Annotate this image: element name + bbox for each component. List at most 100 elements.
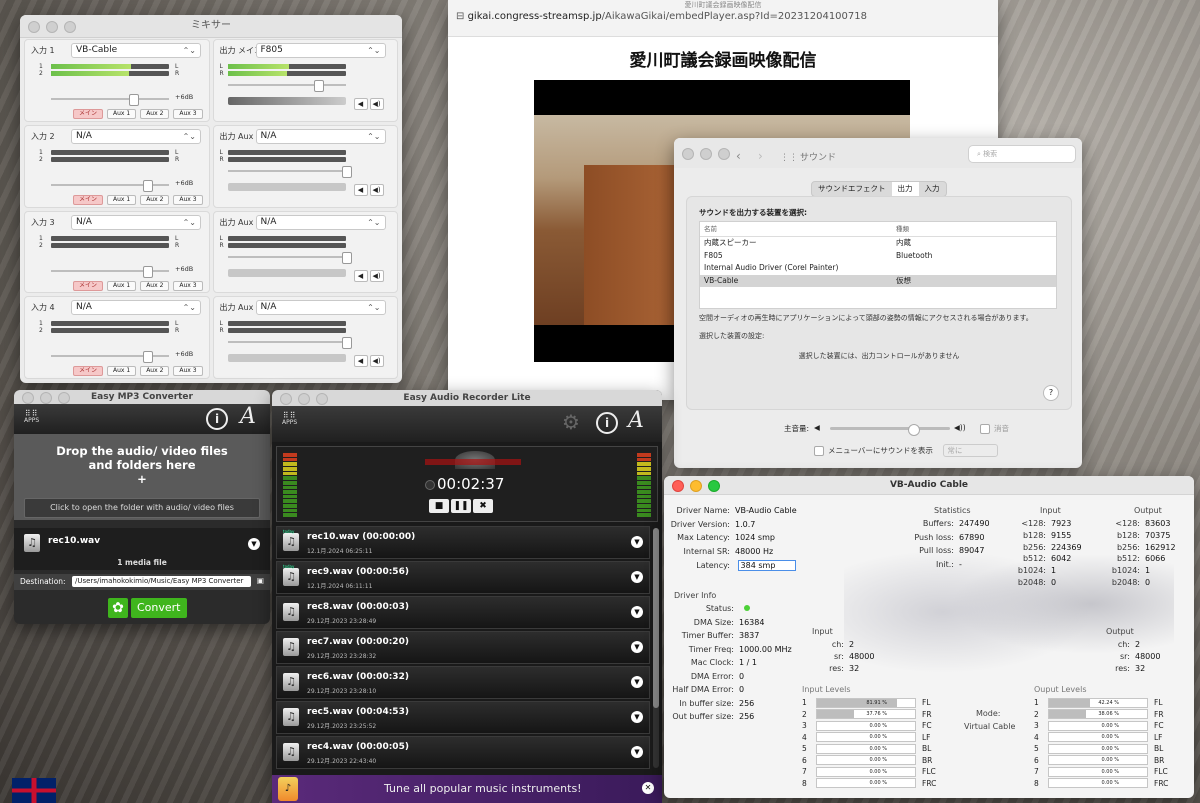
recording-item[interactable]: ♫ today rec9.wav (00:00:56) 12.1月.2024 06:1…	[276, 561, 650, 594]
minimize-button[interactable]	[298, 393, 310, 405]
window-controls[interactable]	[682, 148, 730, 160]
route-button[interactable]: Aux 1	[107, 194, 137, 205]
address-bar[interactable]: 愛川町議会録画映像配信 ⊟ gikai.congress-streamsp.jp…	[448, 0, 998, 37]
minimize-button[interactable]	[700, 148, 712, 160]
main-volume-knob[interactable]	[908, 424, 920, 436]
speaker-icon[interactable]: ◀	[353, 355, 368, 368]
folder-icon[interactable]: ▣	[257, 576, 264, 585]
media-file-row[interactable]: ♫ rec10.wav ▼ 1 media file	[14, 528, 270, 570]
output-volume-slider[interactable]	[227, 80, 346, 92]
output-volume-slider[interactable]	[227, 165, 352, 178]
output-device-select[interactable]: N/A ⌃⌄	[255, 300, 386, 316]
zoom-button[interactable]	[316, 393, 328, 405]
close-ad-icon[interactable]: ✕	[642, 782, 654, 794]
recording-item[interactable]: ♫ rec8.wav (00:00:03) 29.12月.2023 23:28:49…	[276, 596, 650, 629]
close-button[interactable]	[672, 480, 684, 492]
chevron-down-icon[interactable]: ▼	[631, 536, 643, 548]
gear-icon[interactable]: ⚙	[562, 410, 580, 434]
window-controls[interactable]	[672, 480, 720, 492]
window-controls[interactable]	[22, 392, 70, 404]
route-button[interactable]: メイン	[73, 194, 104, 205]
window-controls[interactable]	[28, 21, 76, 33]
route-button[interactable]: Aux 3	[173, 366, 203, 377]
search-field[interactable]: ⌕ 検索	[968, 145, 1076, 163]
input-device-select[interactable]: N/A ⌃⌄	[71, 300, 201, 316]
info-icon[interactable]: i	[596, 412, 618, 434]
menubar-select[interactable]: 常に	[943, 444, 999, 457]
cancel-button[interactable]: ✖	[473, 499, 493, 513]
input-gain-slider[interactable]	[51, 179, 169, 192]
zoom-button[interactable]	[58, 392, 70, 404]
chevron-down-icon[interactable]: ▼	[631, 746, 643, 758]
output-device-select[interactable]: N/A ⌃⌄	[255, 128, 386, 144]
route-button[interactable]: Aux 1	[107, 280, 137, 291]
apps-button[interactable]: ⠿⠿ APPS	[24, 410, 39, 425]
input-gain-knob[interactable]	[143, 265, 153, 278]
output-volume-knob[interactable]	[341, 251, 352, 264]
list-scrollbar[interactable]	[653, 528, 659, 768]
destination-select[interactable]: /Users/imahokokimio/Music/Easy MP3 Conve…	[72, 576, 251, 587]
speaker-loud-icon[interactable]: ◀)	[369, 183, 384, 196]
input-gain-slider[interactable]	[51, 351, 169, 364]
tuner-app-logo[interactable]: ♪	[278, 777, 298, 801]
speaker-icon[interactable]: ◀	[353, 98, 368, 110]
route-button[interactable]: Aux 1	[107, 366, 137, 377]
output-volume-knob[interactable]	[341, 165, 352, 178]
font-a-icon[interactable]: A	[240, 404, 256, 429]
recording-item[interactable]: ♫ today rec10.wav (00:00:00) 12.1月.2024 06:…	[276, 526, 650, 559]
input-gain-knob[interactable]	[129, 94, 139, 106]
recording-item[interactable]: ♫ rec7.wav (00:00:20) 29.12月.2023 23:28:32…	[276, 631, 650, 664]
open-folder-button[interactable]: Click to open the folder with audio/ vid…	[24, 498, 260, 518]
mute-option[interactable]: 消音	[980, 423, 1009, 434]
chevron-down-icon[interactable]: ▼	[631, 711, 643, 723]
route-button[interactable]: メイン	[73, 109, 104, 119]
device-row[interactable]: F805 Bluetooth	[700, 250, 1056, 263]
route-button[interactable]: Aux 3	[173, 194, 203, 205]
input-device-select[interactable]: N/A ⌃⌄	[71, 128, 201, 144]
convert-button[interactable]: Convert	[131, 598, 187, 618]
scroll-thumb[interactable]	[653, 528, 659, 708]
apps-button[interactable]: ⠿⠿ APPS	[282, 412, 297, 427]
close-button[interactable]	[682, 148, 694, 160]
output-volume-slider[interactable]	[227, 251, 352, 264]
device-row[interactable]: VB-Cable 仮想	[700, 274, 1056, 287]
col-type[interactable]: 種類	[896, 222, 909, 236]
output-volume-slider[interactable]	[227, 337, 352, 350]
output-volume-knob[interactable]	[341, 337, 352, 350]
show-in-menubar-checkbox[interactable]	[814, 446, 824, 456]
recording-item[interactable]: ♫ rec4.wav (00:00:05) 29.12月.2023 22:43:40…	[276, 736, 650, 769]
chevron-down-icon[interactable]: ▼	[631, 641, 643, 653]
output-device-select[interactable]: F805 ⌃⌄	[255, 43, 386, 58]
close-button[interactable]	[280, 393, 292, 405]
input-device-select[interactable]: N/A ⌃⌄	[71, 214, 201, 230]
chevron-down-icon[interactable]: ▼	[631, 676, 643, 688]
output-device-select[interactable]: N/A ⌃⌄	[255, 214, 386, 230]
gear-icon[interactable]: ✿	[108, 598, 128, 618]
window-controls[interactable]	[280, 393, 328, 405]
pause-button[interactable]: ❚❚	[451, 499, 471, 513]
col-name[interactable]: 名前	[704, 222, 896, 236]
tab-output[interactable]: 出力	[891, 182, 919, 196]
zoom-button[interactable]	[718, 148, 730, 160]
minimize-button[interactable]	[40, 392, 52, 404]
tab-input[interactable]: 入力	[919, 182, 946, 196]
site-settings-icon[interactable]: ⊟	[456, 11, 468, 22]
input-gain-slider[interactable]	[51, 265, 169, 278]
tab-sound-effects[interactable]: サウンドエフェクト	[812, 182, 892, 196]
forward-icon[interactable]: ›	[758, 145, 763, 167]
ad-banner[interactable]: ♪ Tune all popular music instruments! ✕	[272, 775, 662, 803]
route-button[interactable]: Aux 2	[140, 280, 170, 291]
main-volume-slider[interactable]	[830, 424, 950, 436]
route-button[interactable]: Aux 3	[173, 109, 203, 119]
tab-title[interactable]: 愛川町議会録画映像配信	[448, 0, 998, 10]
route-button[interactable]: Aux 2	[140, 366, 170, 377]
latency-field[interactable]: 384 smp	[737, 560, 796, 571]
speaker-icon[interactable]: ◀	[353, 183, 368, 196]
device-row[interactable]: Internal Audio Driver (Corel Painter)	[700, 262, 1056, 275]
help-button[interactable]: ?	[1043, 385, 1059, 401]
recording-item[interactable]: ♫ rec5.wav (00:04:53) 29.12月.2023 23:25:52…	[276, 701, 650, 734]
speaker-loud-icon[interactable]: ◀)	[369, 355, 384, 368]
recording-item[interactable]: ♫ rec6.wav (00:00:32) 29.12月.2023 23:28:10…	[276, 666, 650, 699]
speaker-icon[interactable]: ◀	[353, 269, 368, 282]
chevron-down-icon[interactable]: ▼	[631, 571, 643, 583]
